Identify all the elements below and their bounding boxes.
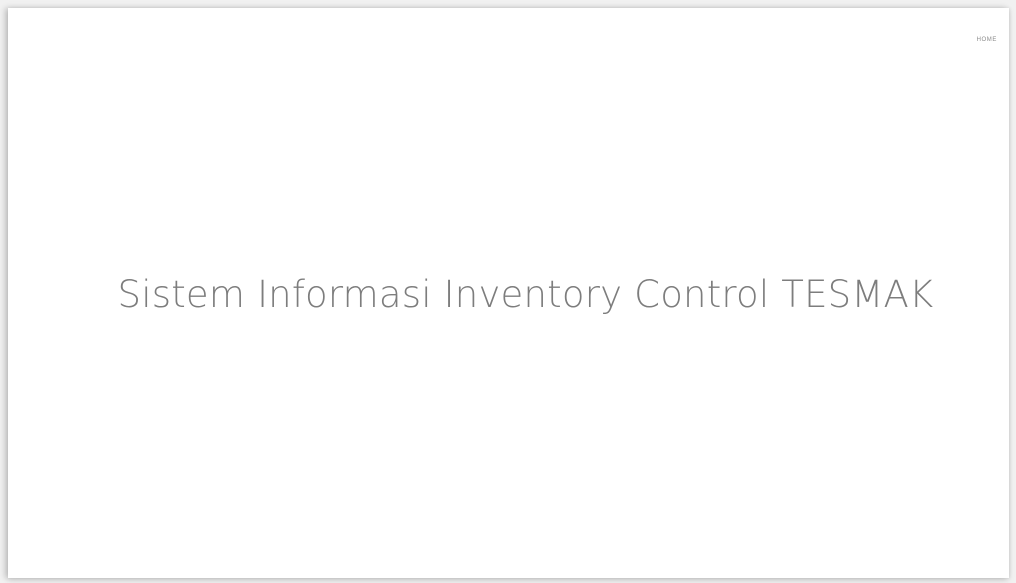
- page-title: Sistem Informasi Inventory Control TESMA…: [117, 272, 934, 316]
- page-frame: HOME Sistem Informasi Inventory Control …: [8, 8, 1009, 578]
- hero-section: Sistem Informasi Inventory Control TESMA…: [8, 8, 1009, 578]
